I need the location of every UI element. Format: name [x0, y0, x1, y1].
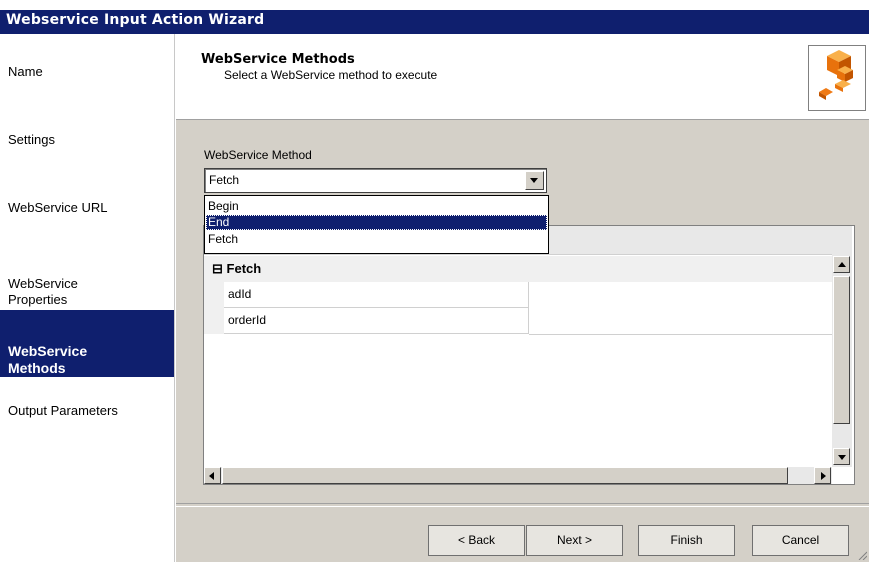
nav-item-label: WebService URL — [8, 200, 108, 215]
vertical-scroll-thumb[interactable] — [833, 276, 850, 424]
scroll-left-button[interactable] — [204, 467, 221, 484]
row-gutter — [204, 308, 224, 334]
scroll-right-button[interactable] — [814, 467, 831, 484]
next-button[interactable]: Next > — [526, 525, 623, 556]
page-subtitle: Select a WebService method to execute — [224, 68, 438, 82]
page-title: WebService Methods — [201, 52, 355, 67]
category-name: Fetch — [226, 261, 262, 276]
table-row[interactable]: adId — [204, 282, 832, 309]
property-value[interactable] — [529, 282, 832, 309]
nav-item-name[interactable]: Name — [0, 64, 174, 79]
dropdown-option-end[interactable]: End — [206, 215, 547, 230]
resize-grip-icon[interactable] — [857, 550, 867, 560]
nav-item-webservice-properties[interactable]: WebService Properties — [0, 260, 174, 308]
webservice-method-label: WebService Method — [204, 148, 312, 162]
nav-item-output-parameters[interactable]: Output Parameters — [0, 403, 174, 418]
chevron-right-icon — [821, 472, 826, 480]
chevron-down-icon — [530, 178, 538, 183]
property-value[interactable] — [529, 308, 832, 335]
property-name: orderId — [224, 308, 529, 334]
row-gutter — [204, 282, 224, 308]
property-name: adId — [224, 282, 529, 308]
nav-item-label: Name — [8, 64, 43, 79]
wizard-step-nav: Name Settings WebService URL WebService … — [0, 34, 175, 562]
scroll-up-button[interactable] — [833, 256, 850, 273]
chevron-left-icon — [209, 472, 214, 480]
cubes-logo-icon — [808, 45, 866, 111]
finish-button[interactable]: Finish — [638, 525, 735, 556]
chevron-down-icon — [838, 455, 846, 460]
collapse-icon[interactable]: ⊟ — [212, 261, 223, 276]
method-dropdown-list: Begin End Fetch — [204, 195, 549, 254]
nav-item-settings[interactable]: Settings — [0, 132, 174, 147]
combobox-dropdown-button[interactable] — [525, 171, 544, 190]
nav-item-label: Settings — [8, 132, 55, 147]
cancel-button[interactable]: Cancel — [752, 525, 849, 556]
wizard-body: WebService Method Fetch ⊟ Fetch adId ord… — [176, 120, 869, 562]
category-label: ⊟ Fetch — [212, 261, 261, 277]
page-header: WebService Methods Select a WebService m… — [176, 34, 869, 120]
back-button[interactable]: < Back — [428, 525, 525, 556]
title-bar: Webservice Input Action Wizard — [0, 0, 869, 34]
button-bar-separator — [176, 503, 869, 507]
property-grid: ⊟ Fetch adId orderId — [203, 225, 855, 485]
dropdown-option-begin[interactable]: Begin — [206, 199, 547, 214]
nav-item-label: Output Parameters — [8, 403, 118, 418]
nav-item-webservice-methods[interactable]: WebService Methods — [0, 310, 174, 377]
dropdown-option-fetch[interactable]: Fetch — [206, 232, 547, 247]
window-title: Webservice Input Action Wizard — [6, 12, 265, 28]
webservice-method-combobox[interactable]: Fetch — [204, 168, 547, 193]
nav-item-label: WebService Methods — [8, 343, 88, 376]
category-row-fetch[interactable]: ⊟ Fetch — [204, 256, 832, 282]
chevron-up-icon — [838, 262, 846, 267]
table-row[interactable]: orderId — [204, 308, 832, 335]
vertical-scrollbar[interactable] — [832, 254, 852, 467]
horizontal-scrollbar[interactable] — [204, 467, 832, 484]
nav-item-webservice-url[interactable]: WebService URL — [0, 200, 174, 215]
nav-item-label: WebService Properties — [8, 276, 78, 307]
horizontal-scroll-thumb[interactable] — [222, 467, 788, 484]
scroll-down-button[interactable] — [833, 448, 850, 465]
combobox-value: Fetch — [209, 173, 240, 187]
